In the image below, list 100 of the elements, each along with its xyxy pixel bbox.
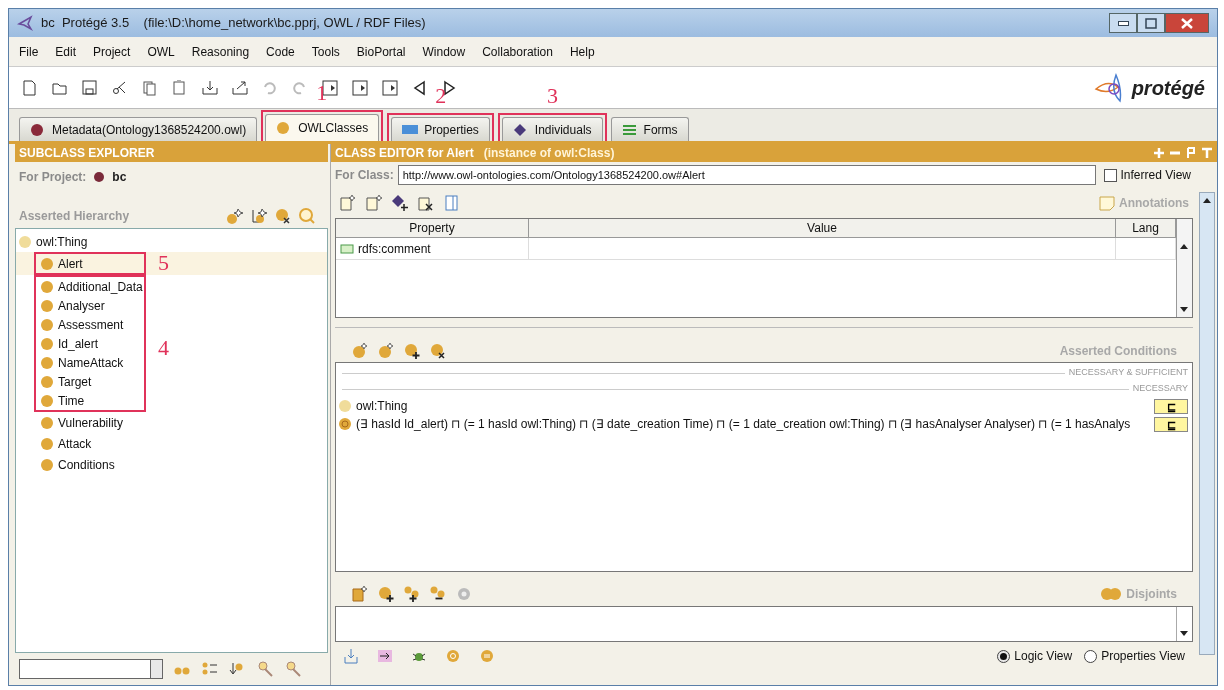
copy-icon[interactable] bbox=[141, 78, 159, 97]
delete-class-icon[interactable] bbox=[274, 207, 292, 225]
annotations-label: Annotations bbox=[1119, 195, 1189, 212]
new-document-icon[interactable] bbox=[365, 194, 383, 212]
radio-label[interactable]: Properties View bbox=[1101, 647, 1185, 665]
menu-item[interactable]: Edit bbox=[55, 42, 77, 61]
logo-text: protégé bbox=[1131, 75, 1205, 101]
close-icon bbox=[1181, 17, 1193, 29]
subclass-badge: ⊑ bbox=[1154, 416, 1188, 432]
panel-icon[interactable] bbox=[443, 194, 461, 212]
class-icon bbox=[40, 298, 54, 313]
scrollbar[interactable] bbox=[1199, 192, 1215, 655]
class-icon bbox=[40, 415, 54, 430]
menu-item[interactable]: OWL bbox=[147, 42, 175, 61]
class-icon bbox=[338, 399, 352, 413]
scrollbar[interactable] bbox=[1176, 219, 1192, 317]
add-subtree-icon[interactable] bbox=[403, 585, 421, 603]
callout-number: 2 bbox=[435, 85, 447, 107]
section-label: NECESSARY bbox=[1132, 382, 1188, 396]
table-cell: rdfs:comment bbox=[336, 238, 529, 259]
export-icon[interactable] bbox=[231, 78, 249, 97]
class-icon bbox=[18, 234, 32, 249]
class-icon bbox=[40, 256, 54, 271]
maximize-button[interactable] bbox=[1137, 13, 1165, 33]
panel-title: CLASS EDITOR for Alert bbox=[335, 145, 474, 162]
import-icon[interactable] bbox=[201, 78, 219, 97]
menu-item[interactable]: Collaboration bbox=[482, 42, 553, 61]
callout-number: 4 bbox=[158, 337, 169, 359]
radio-label[interactable]: Logic View bbox=[1014, 647, 1073, 665]
rectangle-icon bbox=[402, 122, 419, 137]
inferred-view-checkbox[interactable]: Inferred View bbox=[1103, 166, 1193, 184]
lines-icon bbox=[621, 122, 638, 137]
menu-item[interactable]: Code bbox=[266, 42, 295, 61]
subclass-badge: ⊑ bbox=[1154, 398, 1188, 414]
condition-expression[interactable]: (∃ hasId Id_alert) ⊓ (= 1 hasId owl:Thing) ⊓ (∃ date_creation Time) ⊓ (= 1 date_creation owl:Thing) ⊓ (∃ hasAnalyser Analyser) ⊓ (= 1 hasAnalys bbox=[356, 415, 1150, 433]
tab[interactable]: Metadata(Ontology1368524200.owl) bbox=[19, 117, 258, 141]
download-icon[interactable] bbox=[343, 648, 359, 664]
disjoints-label: Disjoints bbox=[1126, 586, 1177, 603]
class-icon bbox=[40, 436, 54, 451]
tree-item[interactable]: Vulnerability bbox=[16, 412, 123, 433]
comment-icon bbox=[340, 242, 354, 255]
class-icon bbox=[40, 336, 54, 351]
new-note-icon[interactable] bbox=[339, 194, 357, 212]
class-icon bbox=[40, 317, 54, 332]
callout-number: 3 bbox=[546, 85, 558, 107]
minimize-icon bbox=[1117, 20, 1129, 26]
close-button[interactable] bbox=[1165, 13, 1209, 33]
menu-item[interactable]: Project bbox=[93, 42, 131, 61]
tree-item[interactable]: Assessment bbox=[36, 315, 124, 334]
search-combo[interactable] bbox=[19, 659, 163, 679]
tab[interactable]: Individuals bbox=[501, 117, 603, 141]
tree-item[interactable]: Attack bbox=[16, 433, 92, 454]
tab[interactable]: Forms bbox=[610, 117, 689, 141]
disjoint-icon bbox=[1100, 587, 1123, 601]
minimize-button[interactable] bbox=[1109, 13, 1137, 33]
project-dot-icon bbox=[94, 172, 105, 182]
tree-item[interactable]: Time bbox=[36, 391, 85, 410]
menu-item[interactable]: File bbox=[19, 42, 39, 61]
class-icon bbox=[40, 457, 54, 472]
tree-item[interactable]: Alert bbox=[36, 254, 83, 273]
create-subclass-icon[interactable] bbox=[226, 207, 244, 225]
menu-item[interactable]: Reasoning bbox=[191, 42, 250, 61]
new-file-icon[interactable] bbox=[21, 78, 39, 97]
class-icon bbox=[40, 393, 54, 408]
menu-item[interactable]: Help bbox=[569, 42, 595, 61]
class-icon bbox=[40, 355, 54, 370]
delete-class-icon[interactable] bbox=[429, 342, 447, 360]
class-uri-field[interactable]: http://www.owl-ontologies.com/Ontology1368524200.ow#Alert bbox=[397, 165, 1096, 185]
condition-expression[interactable]: owl:Thing bbox=[356, 397, 1150, 415]
delete-note-icon[interactable] bbox=[417, 194, 435, 212]
project-label: For Project: bbox=[19, 169, 87, 186]
menu-item[interactable]: BioPortal bbox=[356, 42, 406, 61]
callout-number: 5 bbox=[158, 252, 169, 274]
create-sibling-icon[interactable] bbox=[250, 207, 268, 225]
panel-subtitle: (instance of owl:Class) bbox=[483, 145, 615, 162]
radio-button[interactable] bbox=[997, 649, 1011, 663]
callout-number: 1 bbox=[316, 82, 328, 104]
column-header[interactable]: Value bbox=[529, 219, 1116, 237]
tree-item[interactable]: Id_alert bbox=[36, 334, 99, 353]
tree-item[interactable]: Additional_Data bbox=[36, 277, 143, 296]
radio-button[interactable] bbox=[1084, 649, 1098, 663]
conditions-label: Asserted Conditions bbox=[1059, 343, 1177, 360]
add-class-icon[interactable] bbox=[377, 585, 395, 603]
add-note-icon[interactable] bbox=[351, 585, 369, 603]
tab[interactable]: OWLClasses bbox=[265, 114, 380, 141]
menu-item[interactable]: Window bbox=[422, 42, 466, 61]
class-icon bbox=[40, 374, 54, 389]
tree-item[interactable]: Analyser bbox=[36, 296, 105, 315]
save-icon[interactable] bbox=[81, 78, 99, 97]
menu-item[interactable]: Tools bbox=[311, 42, 340, 61]
tree-item[interactable]: owl:Thing bbox=[16, 231, 88, 252]
column-header[interactable]: Property bbox=[336, 219, 529, 237]
add-class-icon[interactable] bbox=[403, 342, 421, 360]
tab[interactable]: Properties bbox=[391, 117, 490, 141]
hierarchy-label: Asserted Hierarchy bbox=[19, 208, 130, 225]
tree-item[interactable]: NameAttack bbox=[36, 353, 124, 372]
tree-item[interactable]: Target bbox=[36, 372, 92, 391]
arrow-right-icon[interactable] bbox=[377, 648, 393, 664]
note-icon bbox=[1099, 195, 1115, 211]
tree-item[interactable]: Conditions bbox=[16, 454, 115, 475]
